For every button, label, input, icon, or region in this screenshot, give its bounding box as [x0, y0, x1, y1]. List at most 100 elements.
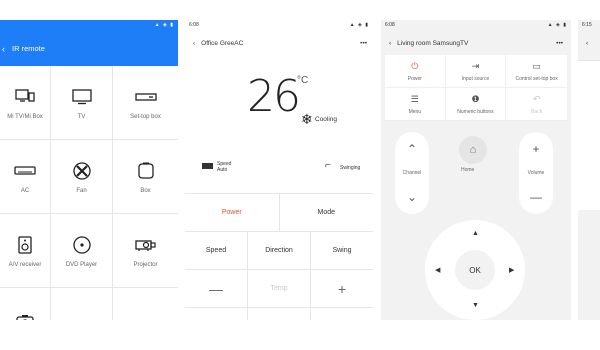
back-arrow-icon[interactable]: ‹: [193, 40, 195, 47]
more-options-icon[interactable]: •••: [556, 40, 563, 47]
device-label: Mi TV/Mi Box: [7, 113, 43, 120]
app-bar: ‹: [578, 31, 600, 55]
volume-label: Volume: [527, 170, 545, 176]
status-time: 6:15: [582, 22, 592, 28]
av-receiver-icon: [18, 234, 32, 256]
status-bar: 6:15: [578, 20, 600, 31]
status-time: 6:08: [385, 22, 395, 28]
page-title: IR remote: [12, 44, 45, 53]
numeric-buttons-button[interactable]: ❶ Numeric buttons: [445, 88, 507, 121]
mode-button[interactable]: Mode: [280, 194, 374, 231]
ac-status-info: Speed Auto ⌐ Swinging: [185, 153, 373, 193]
mode-label: Cooling: [315, 116, 338, 123]
dpad-down-icon[interactable]: ▼: [472, 302, 479, 309]
power-button[interactable]: ⏻ Power: [385, 55, 446, 88]
function-label: Numeric buttons: [457, 108, 494, 115]
device-projector[interactable]: Projector: [113, 214, 178, 288]
button-row: Speed Direction Swing: [185, 231, 373, 269]
function-label: Power: [407, 75, 422, 82]
ac-icon: [14, 160, 36, 182]
dpad-right-icon[interactable]: ▶: [509, 266, 514, 274]
device-label: Projector: [133, 261, 158, 268]
input-source-icon: ⇥: [471, 60, 480, 71]
ok-button[interactable]: OK: [455, 250, 495, 290]
control-set-top-box-button[interactable]: ▭ Control set-top box: [506, 55, 567, 88]
status-icons: ▲ ◈ ▮: [547, 22, 567, 28]
ac-remote-screen: 6:08 ▲ ◈ ▮ ‹ Office GreeAC ••• 26 °C ❄ C…: [185, 20, 373, 320]
swing-icon: ⌐: [325, 160, 331, 171]
volume-up-icon[interactable]: +: [532, 142, 539, 156]
tv-icon: [71, 86, 92, 108]
device-camera[interactable]: [0, 288, 51, 320]
channel-label: Channel: [402, 170, 422, 176]
button-row: — Temp +: [185, 269, 373, 307]
fan-speed-icon: [202, 163, 213, 169]
swing-button[interactable]: Swing: [311, 232, 373, 269]
back-arrow-icon[interactable]: ‹: [586, 40, 588, 47]
fan-icon: [72, 160, 91, 182]
menu-button[interactable]: ☰ Menu: [385, 88, 446, 121]
temp-minus-button[interactable]: —: [185, 270, 248, 307]
function-label: Menu: [408, 108, 422, 115]
device-set-top-box[interactable]: Set-top box: [113, 66, 178, 140]
tv-remote-screen: 6:08 ▲ ◈ ▮ ‹ Living room SamsungTV ••• ⏻…: [381, 20, 571, 320]
home-button[interactable]: ⌂: [459, 136, 487, 164]
function-label: Input source: [461, 75, 490, 82]
temp-plus-button[interactable]: +: [311, 270, 373, 307]
empty-button: [185, 308, 248, 320]
page-title: Living room SamsungTV: [397, 39, 469, 47]
device-mi-tv[interactable]: Mi TV/Mi Box: [0, 66, 51, 140]
volume-rocker: + Volume —: [519, 132, 553, 214]
projector-icon: [134, 234, 157, 256]
app-bar: ‹ IR remote: [0, 31, 178, 66]
button-row-partial: [185, 307, 373, 320]
back-arrow-icon[interactable]: ‹: [389, 40, 391, 47]
app-bar: ‹ Office GreeAC •••: [185, 31, 373, 55]
function-label: Control set-top box: [515, 75, 558, 82]
dpad-left-icon[interactable]: ◀: [435, 266, 440, 274]
volume-down-icon[interactable]: —: [530, 190, 542, 204]
device-label: Fan: [76, 187, 87, 194]
input-source-button[interactable]: ⇥ Input source: [445, 55, 507, 88]
temperature-value: 26: [247, 71, 301, 122]
empty-cell: [51, 288, 113, 320]
direction-pad: ▲ ▼ ◀ ▶ OK: [425, 220, 525, 320]
set-top-box-icon: [134, 86, 157, 108]
device-label: DVD Player: [65, 261, 98, 268]
back-button[interactable]: ↶ Back: [506, 88, 567, 121]
empty-button: [248, 308, 311, 320]
power-icon: ⏻: [411, 60, 419, 71]
device-av-receiver[interactable]: A/V receiver: [0, 214, 51, 288]
power-button[interactable]: Power: [185, 194, 280, 231]
status-icons: ▲ ◈ ▮: [349, 22, 369, 28]
home-label: Home: [461, 167, 475, 173]
screenshot-collage: ▲ ◈ ▮ ‹ IR remote Mi TV/Mi Box TV Set-to…: [0, 0, 600, 350]
channel-up-icon[interactable]: ⌃: [407, 142, 417, 156]
device-label: Set-top box: [130, 113, 161, 120]
page-title: Office GreeAC: [201, 39, 244, 47]
device-ac[interactable]: AC: [0, 140, 51, 214]
device-grid: Mi TV/Mi Box TV Set-top box AC Fan Box A…: [0, 66, 178, 320]
speed-value: Auto: [217, 167, 228, 173]
device-box[interactable]: Box: [113, 140, 178, 214]
empty-button: [311, 308, 373, 320]
set-top-box-icon: ▭: [532, 60, 541, 71]
dpad-up-icon[interactable]: ▲: [472, 230, 479, 237]
channel-down-icon[interactable]: ⌄: [407, 190, 417, 204]
device-dvd-player[interactable]: DVD Player: [51, 214, 113, 288]
device-fan[interactable]: Fan: [51, 140, 113, 214]
camera-icon: [16, 311, 34, 320]
numeric-icon: ❶: [471, 93, 480, 104]
speed-button[interactable]: Speed: [185, 232, 248, 269]
status-time: 6:08: [189, 22, 199, 28]
direction-button[interactable]: Direction: [248, 232, 311, 269]
device-label: TV: [77, 113, 86, 120]
menu-icon: ☰: [410, 93, 419, 104]
box-icon: [137, 160, 155, 182]
device-tv[interactable]: TV: [51, 66, 113, 140]
back-arrow-icon[interactable]: ‹: [2, 44, 12, 54]
back-icon: ↶: [532, 93, 541, 104]
app-bar: ‹ Living room SamsungTV •••: [381, 31, 571, 55]
more-options-icon[interactable]: •••: [360, 40, 367, 47]
partial-screen: 6:15 ‹: [578, 20, 600, 320]
